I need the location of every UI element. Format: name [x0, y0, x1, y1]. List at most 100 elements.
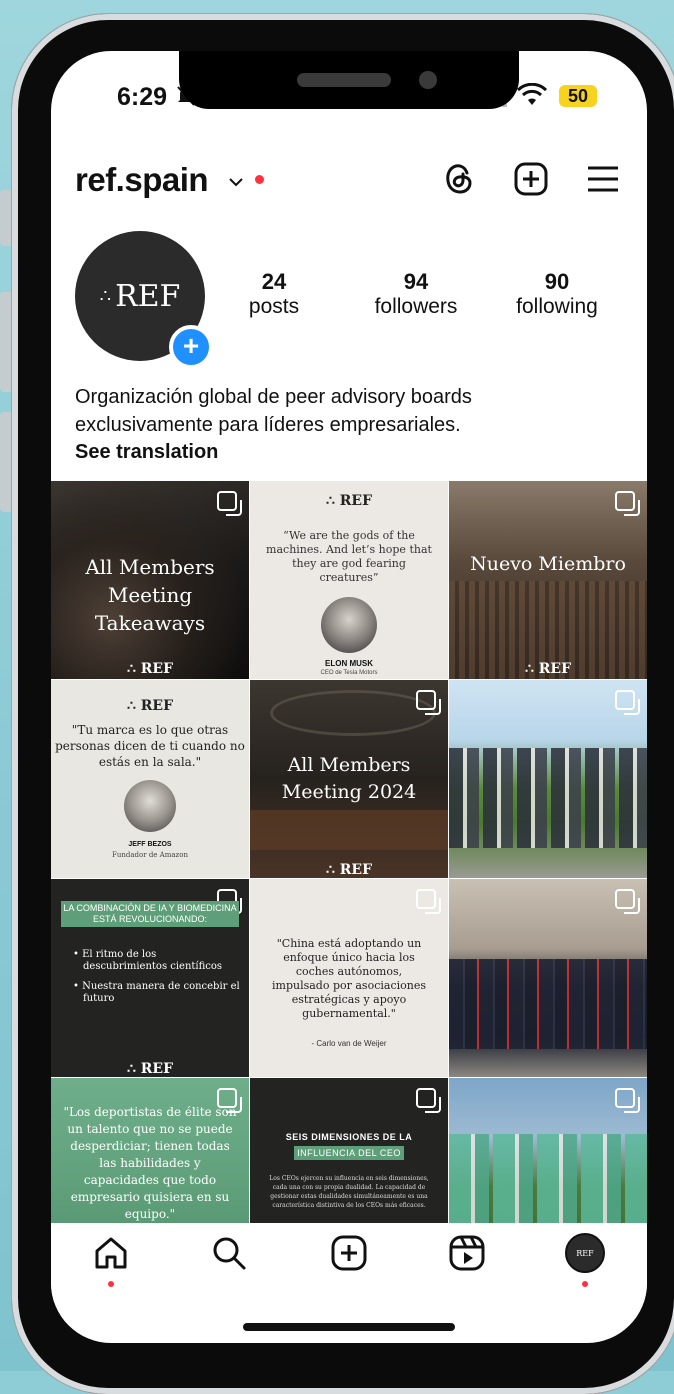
username-switcher[interactable]: ref.spain	[75, 161, 209, 199]
logo-text: REF	[140, 1061, 174, 1077]
quote-line: "Tu marca es lo que otras	[71, 723, 229, 737]
avatar-logo-text: REF	[576, 1248, 594, 1258]
headline-banner: LA COMBINACIÓN DE IA Y BIOMEDICINA ESTÁ …	[61, 901, 239, 927]
post-tile[interactable]: ∴ REF “We are the gods of the machines. …	[250, 481, 448, 679]
post-tile[interactable]: "China está adoptando un enfoque único h…	[250, 879, 448, 1077]
bio: Organización global de peer advisory boa…	[75, 383, 635, 439]
post-heading: SEIS DIMENSIONES DE LA	[285, 1132, 413, 1142]
front-camera	[419, 71, 437, 89]
post-quote: “We are the gods of the machines. And le…	[250, 529, 448, 585]
bio-line: Organización global de peer advisory boa…	[75, 386, 472, 408]
quote-author: JEFF BEZOS	[128, 841, 172, 848]
post-tile[interactable]: LA COMBINACIÓN DE IA Y BIOMEDICINA ESTÁ …	[51, 879, 249, 1077]
banner-line: ESTÁ REVOLUCIONANDO:	[92, 914, 208, 924]
quote-line: empresario quisiera en su	[70, 1190, 230, 1204]
profile-header: ref.spain	[51, 151, 647, 211]
quote-line: estás en la sala."	[98, 755, 202, 769]
ref-logo: ∴ REF	[126, 661, 174, 677]
post-title-line: Meeting Takeaways	[94, 583, 206, 635]
logo-text: REF	[339, 493, 373, 509]
post-tile[interactable]: All Members Meeting 2024 ∴ REF	[250, 680, 448, 878]
ceiling-photo	[270, 690, 436, 736]
bullet-text: Nuestra manera de concebir el	[82, 981, 240, 992]
carousel-icon	[615, 1088, 640, 1113]
stat-label: followers	[374, 295, 458, 318]
portrait-photo	[321, 597, 377, 653]
quote-author-role: Fundador de Amazon	[112, 851, 188, 859]
notch	[179, 51, 519, 109]
quote-line: un talento que no se puede	[67, 1122, 233, 1136]
reels-icon[interactable]	[447, 1233, 487, 1273]
bullet-text: futuro	[83, 993, 115, 1004]
post-title: All Members Meeting Takeaways	[51, 553, 249, 637]
post-quote: "Tu marca es lo que otras personas dicen…	[51, 722, 249, 770]
carousel-icon	[615, 889, 640, 914]
post-tile[interactable]	[449, 680, 647, 878]
stat-following[interactable]: 90 following	[507, 269, 607, 319]
home-icon[interactable]	[91, 1233, 131, 1273]
banner-line: LA COMBINACIÓN DE IA Y BIOMEDICINA	[63, 903, 237, 913]
post-tile[interactable]: All Members Meeting Takeaways ∴ REF	[51, 481, 249, 679]
threads-icon[interactable]	[441, 161, 477, 197]
logo-text: REF	[538, 661, 572, 677]
phone-screen: 6:29 50 ref.spain ∴ REF + 24 posts 94 fo…	[51, 51, 647, 1343]
stat-label: following	[516, 295, 598, 318]
bullet-list: • El ritmo de los descubrimientos cientí…	[73, 949, 240, 1005]
portrait-photo	[124, 780, 176, 832]
list-item: • El ritmo de los	[73, 949, 157, 960]
post-tile[interactable]: ∴ REF "Tu marca es lo que otras personas…	[51, 680, 249, 878]
bottom-nav: REF	[51, 1223, 647, 1303]
profile-tab-avatar[interactable]: REF	[565, 1233, 605, 1273]
quote-line: coches autónomos,	[295, 965, 403, 978]
post-title-line: Meeting 2024	[281, 781, 417, 803]
ref-logo: ∴ REF	[126, 698, 174, 714]
stat-followers[interactable]: 94 followers	[361, 269, 471, 319]
chevron-down-icon[interactable]	[229, 171, 243, 192]
carousel-icon	[615, 690, 640, 715]
hamburger-menu-icon[interactable]	[585, 161, 621, 197]
create-icon[interactable]	[329, 1233, 369, 1273]
create-post-icon[interactable]	[513, 161, 549, 197]
logo-text: REF	[339, 862, 373, 878]
avatar-logo-text: REF	[115, 278, 181, 314]
stat-posts[interactable]: 24 posts	[239, 269, 309, 319]
post-tile[interactable]: Nuevo Miembro ∴ REF	[449, 481, 647, 679]
add-story-button[interactable]: +	[169, 325, 213, 369]
see-translation-link[interactable]: See translation	[75, 441, 218, 464]
group-photo	[449, 959, 647, 1049]
quote-line: impulsado por asociaciones	[272, 979, 426, 992]
table-photo	[250, 810, 448, 850]
quote-line: las habilidades y	[99, 1156, 201, 1170]
quote-line: personas dicen de ti cuando no	[55, 739, 245, 753]
quote-line: estratégicas y apoyo	[291, 993, 407, 1006]
stat-value: 24	[261, 269, 287, 294]
quote-line: capacidades que todo	[83, 1173, 217, 1187]
post-tile[interactable]	[449, 879, 647, 1077]
post-quote: "Los deportistas de élite son un talento…	[51, 1104, 249, 1223]
carousel-icon	[416, 889, 441, 914]
body-line: cada una con su propia dualidad. La capa…	[272, 1184, 426, 1191]
quote-author: ELON MUSK	[325, 659, 373, 668]
quote-line: “We are the gods of the	[283, 529, 415, 542]
quote-author: - Carlo van de Weijer	[311, 1039, 387, 1048]
group-photo	[449, 748, 647, 848]
carousel-icon	[217, 491, 242, 516]
logo-text: REF	[140, 698, 174, 714]
post-title: All Members Meeting 2024	[250, 752, 448, 806]
post-heading-highlight: INFLUENCIA DEL CEO	[294, 1146, 404, 1160]
bullet-text: descubrimientos científicos	[83, 961, 223, 972]
notification-dot	[255, 175, 264, 184]
quote-author-role: CEO de Tesla Motors	[320, 670, 378, 676]
wifi-icon	[516, 82, 548, 112]
quote-line: "China está adoptando un	[276, 937, 422, 950]
ref-logo-dots: ∴	[99, 285, 112, 307]
stat-value: 90	[544, 269, 570, 294]
carousel-icon	[416, 1088, 441, 1113]
search-icon[interactable]	[209, 1233, 249, 1273]
carousel-icon	[416, 690, 441, 715]
quote-line: creatures”	[319, 571, 379, 584]
carousel-icon	[615, 491, 640, 516]
quote-line: "Los deportistas de élite son	[63, 1105, 237, 1119]
quote-line: enfoque único hacia los	[283, 951, 415, 964]
home-indicator[interactable]	[243, 1323, 455, 1331]
